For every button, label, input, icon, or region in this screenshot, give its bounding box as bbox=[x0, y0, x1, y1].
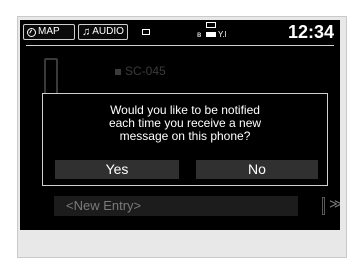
message-icon bbox=[206, 22, 216, 28]
status-icons: ʙ Y.l bbox=[197, 22, 237, 44]
music-note-icon: ♫ bbox=[82, 26, 91, 38]
map-label: MAP bbox=[38, 26, 60, 37]
dialog-message-line: message on this phone? bbox=[119, 129, 251, 143]
scrollbar bbox=[322, 197, 325, 215]
signal-icon: Y.l bbox=[218, 30, 227, 39]
bluetooth-icon: ʙ bbox=[197, 30, 202, 39]
yes-button[interactable]: Yes bbox=[55, 160, 179, 179]
compass-icon bbox=[27, 27, 36, 37]
head-unit-screen: MAP ♫ AUDIO ʙ Y.l 12:34 SC-045 <New Entr… bbox=[20, 20, 340, 230]
map-button[interactable]: MAP bbox=[23, 24, 75, 40]
notification-dialog: Would you like to be notified each time … bbox=[42, 93, 328, 186]
new-entry-label: <New Entry> bbox=[66, 198, 142, 213]
status-bar: MAP ♫ AUDIO ʙ Y.l 12:34 bbox=[20, 20, 340, 50]
clock: 12:34 bbox=[287, 22, 334, 42]
list-item: SC-045 bbox=[115, 64, 166, 78]
battery-icon bbox=[206, 32, 216, 37]
no-button[interactable]: No bbox=[196, 160, 318, 179]
audio-button[interactable]: ♫ AUDIO bbox=[78, 24, 128, 40]
audio-label: AUDIO bbox=[92, 26, 124, 37]
chevron-down-icon: ≫ bbox=[329, 196, 340, 211]
dialog-message: Would you like to be notified each time … bbox=[43, 104, 327, 143]
phone-icon bbox=[44, 58, 58, 96]
picture-icon bbox=[142, 29, 150, 35]
status-divider bbox=[26, 45, 334, 46]
new-entry-item: <New Entry> bbox=[54, 196, 298, 216]
